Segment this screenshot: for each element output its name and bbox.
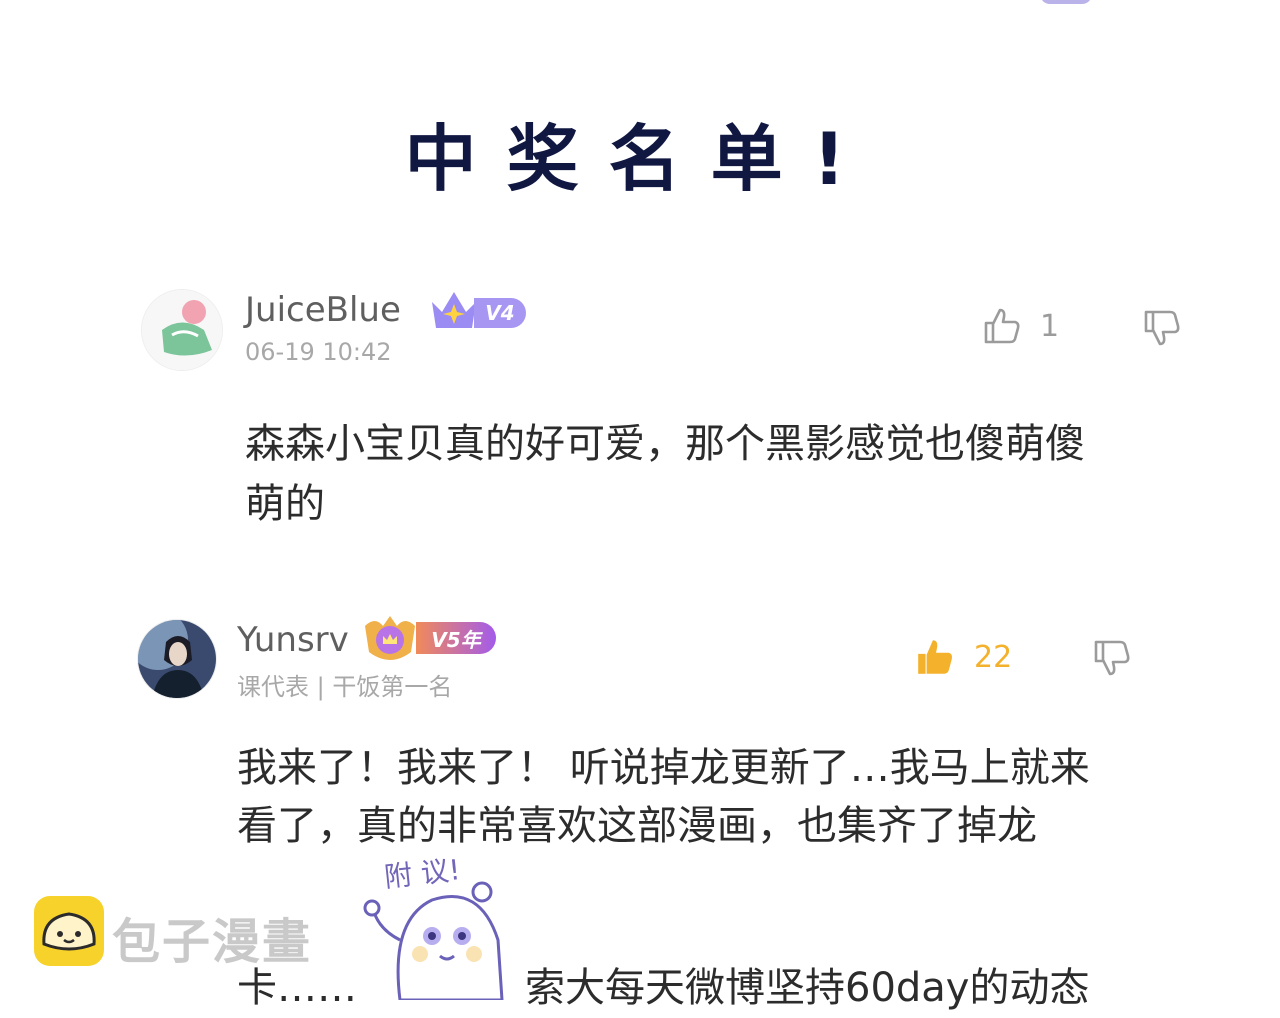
user-title: 课代表 | 干饭第一名 <box>237 673 453 701</box>
crown-shield-icon <box>365 616 415 660</box>
like-button[interactable]: 1 <box>982 306 1059 346</box>
comment-text-line: 森森小宝贝真的好可爱，那个黑影感觉也傻萌傻 <box>245 421 1085 467</box>
vip-badge: V4 <box>474 298 526 328</box>
like-count: 1 <box>1040 308 1060 344</box>
comment-timestamp: 06-19 10:42 <box>245 338 392 366</box>
crown-icon <box>432 292 476 328</box>
username[interactable]: JuiceBlue <box>245 290 401 330</box>
like-button[interactable]: 22 <box>914 636 1012 678</box>
comment-text-line: 萌的 <box>245 481 325 527</box>
comment-text-line: 索大每天微博坚持60day的动态 <box>525 965 1090 1011</box>
top-decoration <box>1040 0 1092 4</box>
vip-badge: V5年 <box>416 622 496 654</box>
like-count: 22 <box>974 639 1013 675</box>
comment-text-line: 看了，真的非常喜欢这部漫画，也集齐了掉龙 <box>237 803 1037 849</box>
thumbs-down-icon[interactable] <box>1142 308 1182 348</box>
thumbs-down-icon[interactable] <box>1092 638 1132 678</box>
site-watermark: 包子漫畫 <box>112 914 313 970</box>
thumbs-up-icon <box>918 640 953 674</box>
thumbs-up-icon <box>984 308 1020 344</box>
comment-text-line: 我来了！我来了！ 听说掉龙更新了…我马上就来 <box>237 745 1090 791</box>
username[interactable]: Yunsrv <box>237 620 349 660</box>
avatar[interactable] <box>137 619 217 699</box>
winners-title: 中奖名单! <box>404 117 876 201</box>
mascot-sticker <box>363 881 504 1000</box>
avatar[interactable] <box>141 289 223 371</box>
baozi-logo-icon <box>34 896 104 966</box>
